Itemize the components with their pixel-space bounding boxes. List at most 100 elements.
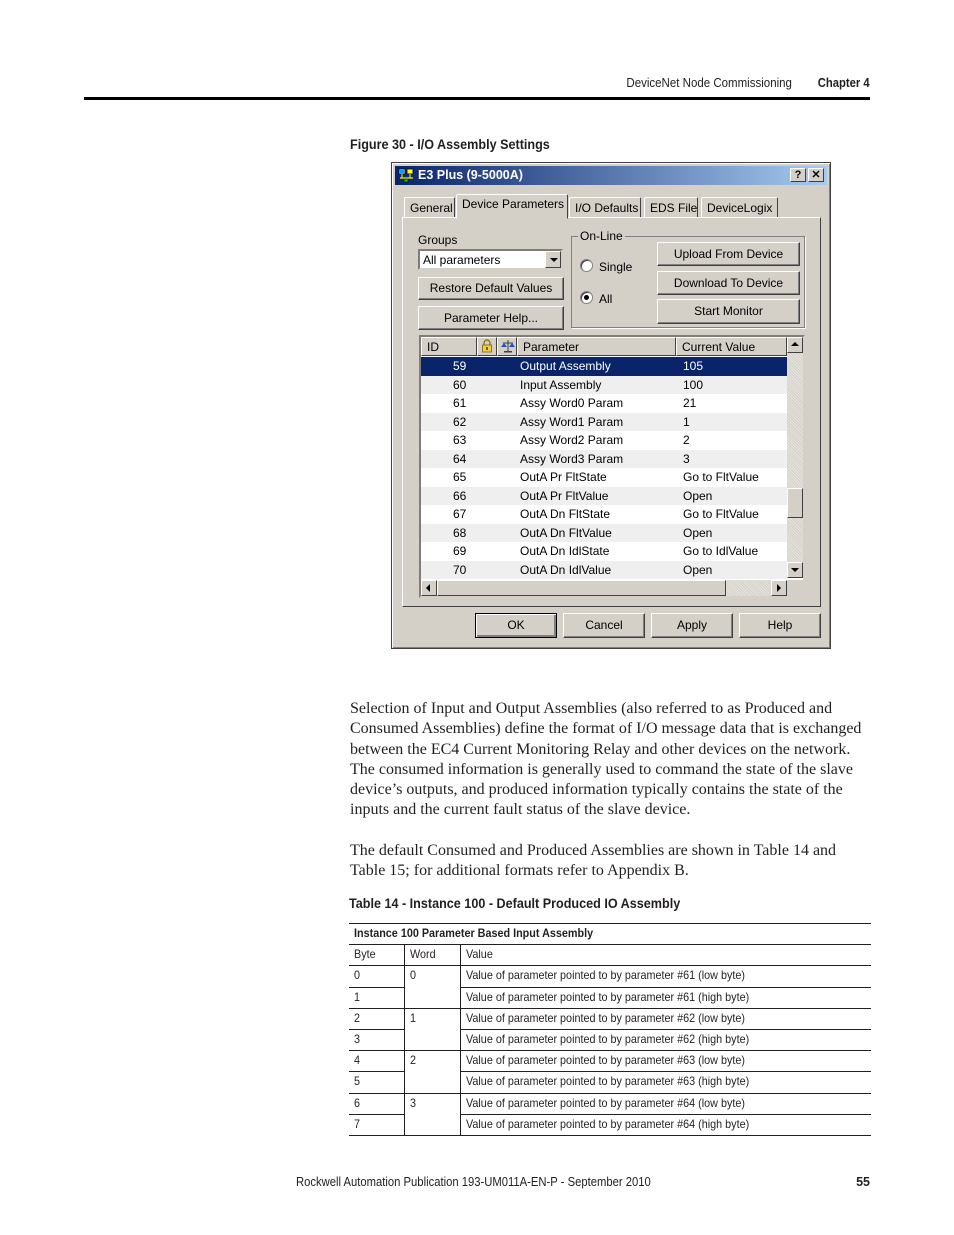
start-monitor-button[interactable]: Start Monitor — [657, 299, 800, 324]
groups-dropdown-value: All parameters — [423, 253, 501, 267]
list-item-parameter: Assy Word2 Param — [520, 433, 624, 447]
body-paragraph: Selection of Input and Output Assemblies… — [350, 700, 862, 819]
tab-eds-file[interactable]: EDS File — [644, 197, 698, 218]
list-item[interactable]: 66 OutA Pr FltValue Open — [421, 486, 787, 505]
value-cell: Value of parameter pointed to by paramet… — [460, 1114, 871, 1136]
help-button[interactable]: Help — [739, 613, 821, 638]
tab-general[interactable]: General — [404, 197, 455, 218]
list-item-parameter: Output Assembly — [520, 359, 611, 373]
upload-from-device-button[interactable]: Upload From Device — [657, 242, 800, 266]
close-button[interactable]: ✕ — [808, 168, 824, 182]
byte-cell: 2 — [349, 1008, 405, 1030]
list-item-id: 65 — [453, 470, 467, 484]
parameter-list[interactable]: ID Parameter Current Value 59 Output Asse… — [419, 335, 805, 598]
table-header-row: Byte Word Value — [349, 944, 871, 967]
restore-default-values-button[interactable]: Restore Default Values — [418, 277, 564, 300]
list-item-value: Open — [683, 562, 713, 577]
scroll-left-icon[interactable] — [421, 580, 437, 596]
lock-icon[interactable] — [477, 337, 497, 356]
vertical-scroll-thumb[interactable] — [787, 488, 803, 518]
list-item-parameter: OutA Dn FltState — [520, 507, 611, 521]
list-item[interactable]: 60 Input Assembly 100 — [421, 375, 787, 394]
table-caption: Table 14 - Instance 100 - Default Produc… — [349, 895, 681, 911]
dialog-titlebar[interactable]: E3 Plus (9-5000A) ? ✕ — [395, 166, 827, 185]
column-header-current-value[interactable]: Current Value — [676, 337, 787, 356]
list-item[interactable]: 63 Assy Word2 Param 2 — [421, 431, 787, 450]
column-header-id[interactable]: ID — [421, 337, 477, 356]
groups-label: Groups — [418, 233, 458, 247]
column-header-value: Value — [460, 944, 871, 967]
horizontal-scrollbar[interactable] — [421, 580, 787, 596]
cancel-button[interactable]: Cancel — [563, 613, 645, 638]
list-item[interactable]: 69 OutA Dn IdlState Go to IdlValue — [421, 542, 787, 561]
scroll-up-icon[interactable] — [787, 337, 803, 353]
list-item-parameter: Assy Word3 Param — [520, 451, 624, 466]
horizontal-scroll-thumb[interactable] — [437, 580, 726, 596]
byte-cell: 0 — [349, 965, 405, 988]
list-item-value: 105 — [683, 359, 704, 373]
list-item-id: 64 — [453, 451, 467, 466]
column-header-parameter[interactable]: Parameter — [517, 337, 676, 356]
list-item-id: 60 — [453, 377, 467, 392]
value-cell: Value of parameter pointed to by paramet… — [460, 1029, 871, 1052]
list-item[interactable]: 68 OutA Dn FltValue Open — [421, 523, 787, 542]
list-item-value: 3 — [683, 451, 690, 466]
help-title-button[interactable]: ? — [790, 168, 806, 182]
tab-io-defaults[interactable]: I/O Defaults — [569, 197, 641, 218]
list-item-value: Open — [683, 525, 713, 540]
chevron-down-icon[interactable] — [545, 251, 561, 268]
scroll-down-icon[interactable] — [787, 562, 803, 578]
value-cell: Value of parameter pointed to by paramet… — [460, 1008, 871, 1030]
list-item-parameter: OutA Pr FltValue — [520, 488, 609, 503]
tab-device-parameters[interactable]: Device Parameters — [456, 194, 568, 219]
list-item-id: 67 — [453, 507, 467, 521]
table-row: 6 3 Value of parameter pointed to by param… — [349, 1093, 871, 1136]
list-item-id: 68 — [453, 525, 467, 540]
list-item-id: 59 — [453, 359, 467, 373]
list-rows: 59 Output Assembly 105 60 Input Assembly 100 6… — [421, 357, 787, 579]
word-cell: 3 — [404, 1093, 461, 1136]
tab-devicelogix[interactable]: DeviceLogix — [701, 197, 778, 218]
list-item[interactable]: 62 Assy Word1 Param 1 — [421, 412, 787, 431]
table-title-row: Instance 100 Parameter Based Input Assem… — [349, 922, 871, 946]
list-item-parameter: OutA Dn IdlValue — [520, 562, 612, 577]
list-item[interactable]: 65 OutA Pr FltState Go to FltValue — [421, 468, 787, 487]
word-cell: 2 — [404, 1050, 461, 1094]
list-header: ID Parameter Current Value — [421, 337, 787, 356]
table-title: Instance 100 Parameter Based Input Assem… — [349, 922, 871, 946]
dialog-title: E3 Plus (9-5000A) — [418, 168, 523, 182]
parameter-help-button[interactable]: Parameter Help... — [418, 306, 564, 330]
list-item-id: 66 — [453, 488, 467, 503]
radio-all[interactable] — [580, 291, 593, 304]
vertical-scrollbar[interactable] — [787, 337, 803, 578]
list-item[interactable]: 59 Output Assembly 105 — [421, 357, 787, 376]
groups-dropdown[interactable]: All parameters — [418, 249, 563, 270]
byte-cell: 7 — [349, 1114, 405, 1136]
list-item-parameter: OutA Pr FltState — [520, 470, 607, 484]
value-cell: Value of parameter pointed to by paramet… — [460, 1050, 871, 1073]
ok-button[interactable]: OK — [475, 613, 557, 638]
list-item-value: Go to FltValue — [683, 470, 759, 484]
list-item-parameter: OutA Dn FltValue — [520, 525, 612, 540]
list-item-parameter: Assy Word1 Param — [520, 414, 624, 429]
word-cell: 1 — [404, 1008, 461, 1052]
scroll-right-icon[interactable] — [771, 580, 787, 596]
list-item-value: 1 — [683, 414, 690, 429]
byte-cell: 1 — [349, 987, 405, 1009]
radio-single[interactable] — [580, 259, 593, 272]
apply-button[interactable]: Apply — [651, 613, 733, 638]
list-item[interactable]: 67 OutA Dn FltState Go to FltValue — [421, 505, 787, 524]
list-item-parameter: OutA Dn IdlState — [520, 544, 610, 558]
download-to-device-button[interactable]: Download To Device — [657, 271, 800, 295]
column-header-byte: Byte — [349, 944, 405, 967]
list-item-value: Go to FltValue — [683, 507, 759, 521]
list-item[interactable]: 64 Assy Word3 Param 3 — [421, 449, 787, 468]
scale-icon[interactable] — [497, 337, 517, 356]
list-item-value: Open — [683, 488, 713, 503]
list-item[interactable]: 61 Assy Word0 Param 21 — [421, 394, 787, 413]
value-cell: Value of parameter pointed to by paramet… — [460, 1071, 871, 1094]
list-item-parameter: Input Assembly — [520, 377, 602, 392]
list-item-value: 2 — [683, 433, 690, 447]
table-row: 2 1 Value of parameter pointed to by param… — [349, 1008, 871, 1052]
list-item[interactable]: 70 OutA Dn IdlValue Open — [421, 560, 787, 579]
